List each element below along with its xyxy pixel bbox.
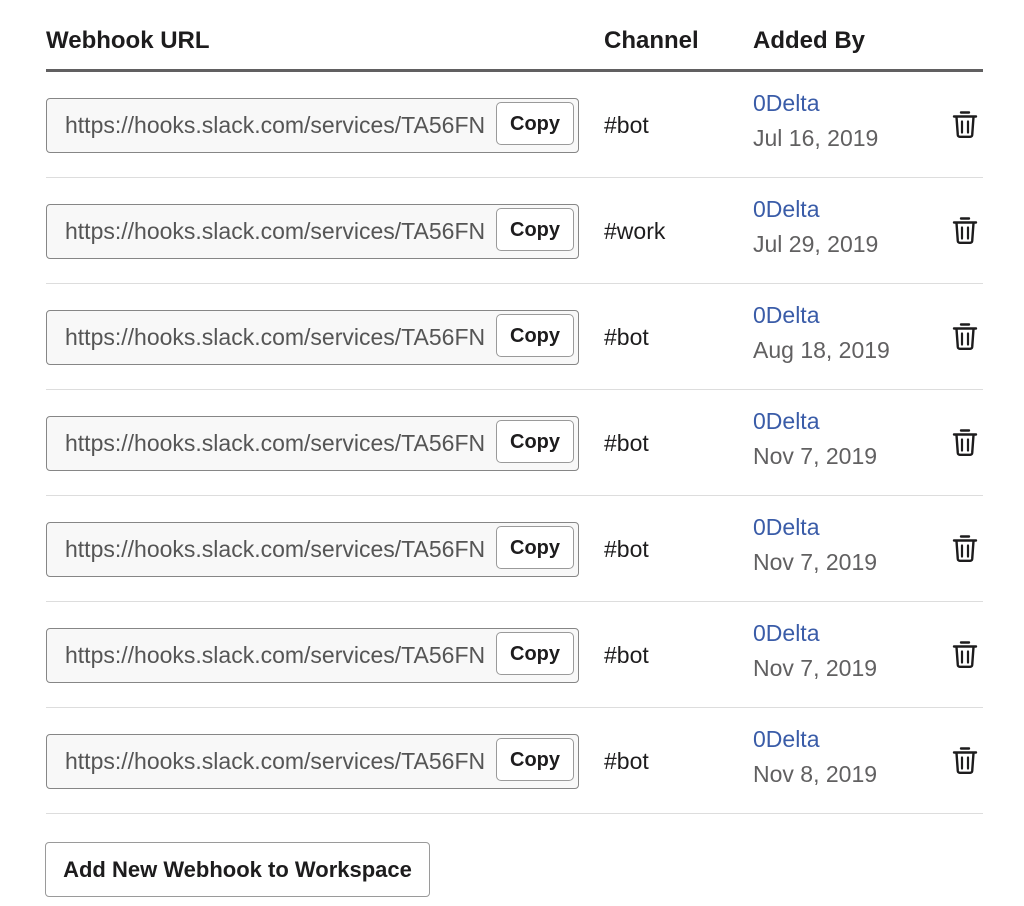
added-date: Jul 16, 2019 [753,125,879,151]
trash-icon [952,109,984,139]
trash-icon [952,533,984,563]
table-row: Copy #bot 0Delta Nov 7, 2019 [46,390,983,496]
added-date: Aug 18, 2019 [753,337,890,363]
table-header: Webhook URL Channel Added By [46,0,983,72]
delete-webhook-button[interactable] [952,212,984,248]
copy-url-button[interactable]: Copy [496,420,574,463]
table-row: Copy #bot 0Delta Nov 7, 2019 [46,496,983,602]
copy-url-button[interactable]: Copy [496,632,574,675]
added-date: Nov 7, 2019 [753,443,878,469]
trash-icon [952,427,984,457]
webhook-url-input[interactable] [47,735,495,787]
webhook-table: Webhook URL Channel Added By Copy #bot 0De… [46,0,983,814]
table-row: Copy #bot 0Delta Jul 16, 2019 [46,72,983,178]
channel-name: #work [604,218,666,244]
trash-icon [952,745,984,775]
webhook-url-field: Copy [46,310,579,365]
added-by-user-link[interactable]: 0Delta [753,88,819,118]
channel-name: #bot [604,748,649,774]
table-row: Copy #bot 0Delta Nov 8, 2019 [46,708,983,814]
table-row: Copy #work 0Delta Jul 29, 2019 [46,178,983,284]
webhook-url-input[interactable] [47,629,495,681]
channel-name: #bot [604,324,649,350]
delete-webhook-button[interactable] [952,424,984,460]
copy-url-button[interactable]: Copy [496,208,574,251]
webhook-url-field: Copy [46,98,579,153]
delete-webhook-button[interactable] [952,318,984,354]
delete-webhook-button[interactable] [952,530,984,566]
header-added-by: Added By [753,27,866,54]
copy-url-button[interactable]: Copy [496,314,574,357]
delete-webhook-button[interactable] [952,106,984,142]
webhook-url-field: Copy [46,204,579,259]
added-by-user-link[interactable]: 0Delta [753,406,819,436]
channel-name: #bot [604,430,649,456]
webhook-url-input[interactable] [47,417,495,469]
webhook-url-field: Copy [46,522,579,577]
added-date: Nov 7, 2019 [753,655,878,681]
channel-name: #bot [604,536,649,562]
delete-webhook-button[interactable] [952,636,984,672]
channel-name: #bot [604,112,649,138]
copy-url-button[interactable]: Copy [496,526,574,569]
trash-icon [952,215,984,245]
added-by-user-link[interactable]: 0Delta [753,300,819,330]
webhook-url-input[interactable] [47,99,495,151]
trash-icon [952,321,984,351]
webhook-url-input[interactable] [47,523,495,575]
table-row: Copy #bot 0Delta Nov 7, 2019 [46,602,983,708]
channel-name: #bot [604,642,649,668]
webhook-url-input[interactable] [47,311,495,363]
added-by-user-link[interactable]: 0Delta [753,194,819,224]
webhook-url-input[interactable] [47,205,495,257]
add-new-webhook-button[interactable]: Add New Webhook to Workspace [45,842,430,897]
added-date: Nov 7, 2019 [753,549,878,575]
delete-webhook-button[interactable] [952,742,984,778]
copy-url-button[interactable]: Copy [496,738,574,781]
added-date: Jul 29, 2019 [753,231,879,257]
header-webhook-url: Webhook URL [46,27,210,54]
added-by-user-link[interactable]: 0Delta [753,512,819,542]
added-by-user-link[interactable]: 0Delta [753,618,819,648]
table-row: Copy #bot 0Delta Aug 18, 2019 [46,284,983,390]
added-date: Nov 8, 2019 [753,761,878,787]
copy-url-button[interactable]: Copy [496,102,574,145]
webhook-url-field: Copy [46,416,579,471]
table-body: Copy #bot 0Delta Jul 16, 2019 Copy #work 0Delt… [46,72,983,814]
added-by-user-link[interactable]: 0Delta [753,724,819,754]
webhook-url-field: Copy [46,628,579,683]
header-channel: Channel [604,27,699,54]
trash-icon [952,639,984,669]
webhook-url-field: Copy [46,734,579,789]
